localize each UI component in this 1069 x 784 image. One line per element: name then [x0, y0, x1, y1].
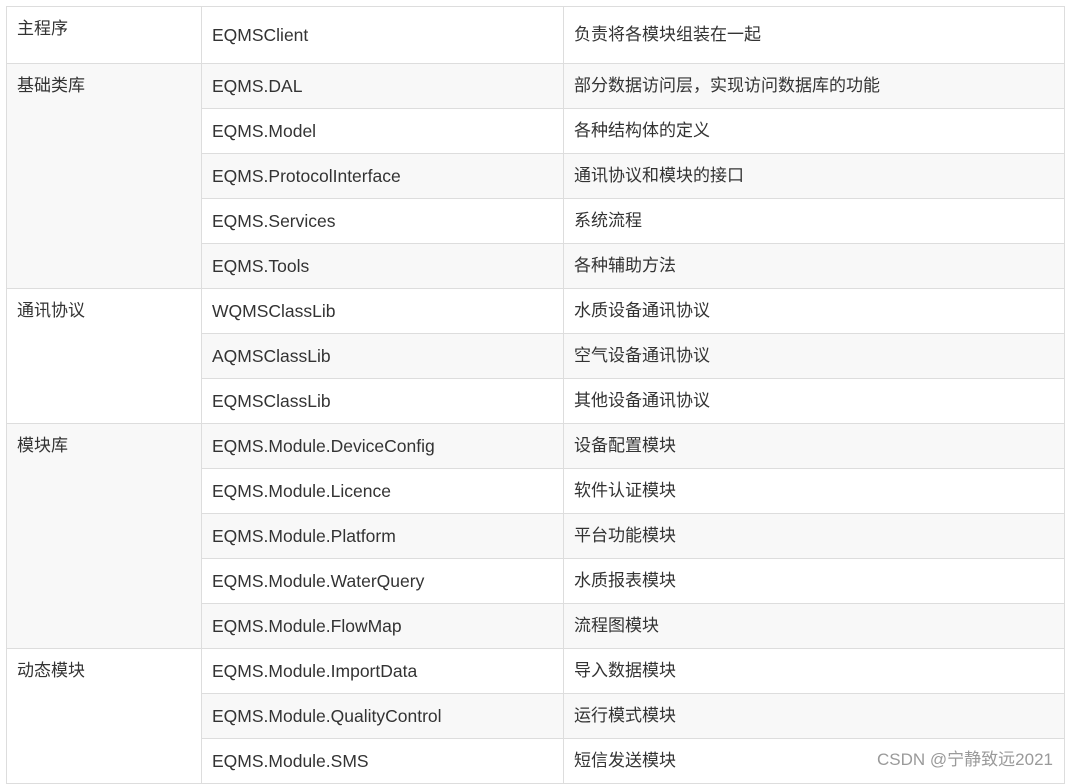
- group-cell: 主程序: [6, 6, 202, 64]
- group-cell: 模块库: [6, 423, 202, 649]
- description-cell: 平台功能模块: [563, 513, 1065, 559]
- project-cell: EQMS.Module.FlowMap: [201, 603, 564, 649]
- description-cell: 空气设备通讯协议: [563, 333, 1065, 379]
- description-cell: 水质报表模块: [563, 558, 1065, 604]
- project-cell: EQMS.Tools: [201, 243, 564, 289]
- project-cell: EQMS.Module.WaterQuery: [201, 558, 564, 604]
- project-cell: EQMSClassLib: [201, 378, 564, 424]
- project-cell: EQMS.DAL: [201, 63, 564, 109]
- project-cell: EQMSClient: [201, 6, 564, 64]
- description-cell: 系统流程: [563, 198, 1065, 244]
- project-cell: EQMS.Module.Licence: [201, 468, 564, 514]
- project-cell: EQMS.Module.QualityControl: [201, 693, 564, 739]
- table-row: 主程序 EQMSClient 负责将各模块组装在一起: [6, 6, 1065, 64]
- module-table-body: 主程序 EQMSClient 负责将各模块组装在一起 基础类库 EQMS.DAL 部分数据…: [6, 6, 1065, 784]
- description-cell: 导入数据模块: [563, 648, 1065, 694]
- group-cell: 基础类库: [6, 63, 202, 289]
- module-table: 主程序 EQMSClient 负责将各模块组装在一起 基础类库 EQMS.DAL 部分数据…: [6, 6, 1065, 784]
- description-cell: 其他设备通讯协议: [563, 378, 1065, 424]
- table-row: 模块库 EQMS.Module.DeviceConfig 设备配置模块: [6, 423, 1065, 649]
- project-cell: WQMSClassLib: [201, 288, 564, 334]
- project-cell: AQMSClassLib: [201, 333, 564, 379]
- description-cell: 运行模式模块: [563, 693, 1065, 739]
- table-row: 基础类库 EQMS.DAL 部分数据访问层，实现访问数据库的功能: [6, 63, 1065, 289]
- group-cell: 通讯协议: [6, 288, 202, 424]
- description-cell: 通讯协议和模块的接口: [563, 153, 1065, 199]
- description-cell: 设备配置模块: [563, 423, 1065, 469]
- description-cell: 负责将各模块组装在一起: [563, 6, 1065, 64]
- project-cell: EQMS.Module.DeviceConfig: [201, 423, 564, 469]
- project-cell: EQMS.Module.Platform: [201, 513, 564, 559]
- table-row: 通讯协议 WQMSClassLib 水质设备通讯协议: [6, 288, 1065, 424]
- description-cell: 各种结构体的定义: [563, 108, 1065, 154]
- csdn-watermark: CSDN @宁静致远2021: [877, 750, 1053, 769]
- description-cell: 部分数据访问层，实现访问数据库的功能: [563, 63, 1065, 109]
- project-cell: EQMS.Model: [201, 108, 564, 154]
- project-cell: EQMS.ProtocolInterface: [201, 153, 564, 199]
- description-cell: 软件认证模块: [563, 468, 1065, 514]
- description-cell: 流程图模块: [563, 603, 1065, 649]
- project-cell: EQMS.Module.SMS: [201, 738, 564, 784]
- project-cell: EQMS.Services: [201, 198, 564, 244]
- group-cell: 动态模块: [6, 648, 202, 784]
- description-cell: 水质设备通讯协议: [563, 288, 1065, 334]
- table-row: 动态模块 EQMS.Module.ImportData 导入数据模块: [6, 648, 1065, 784]
- project-cell: EQMS.Module.ImportData: [201, 648, 564, 694]
- description-cell: 各种辅助方法: [563, 243, 1065, 289]
